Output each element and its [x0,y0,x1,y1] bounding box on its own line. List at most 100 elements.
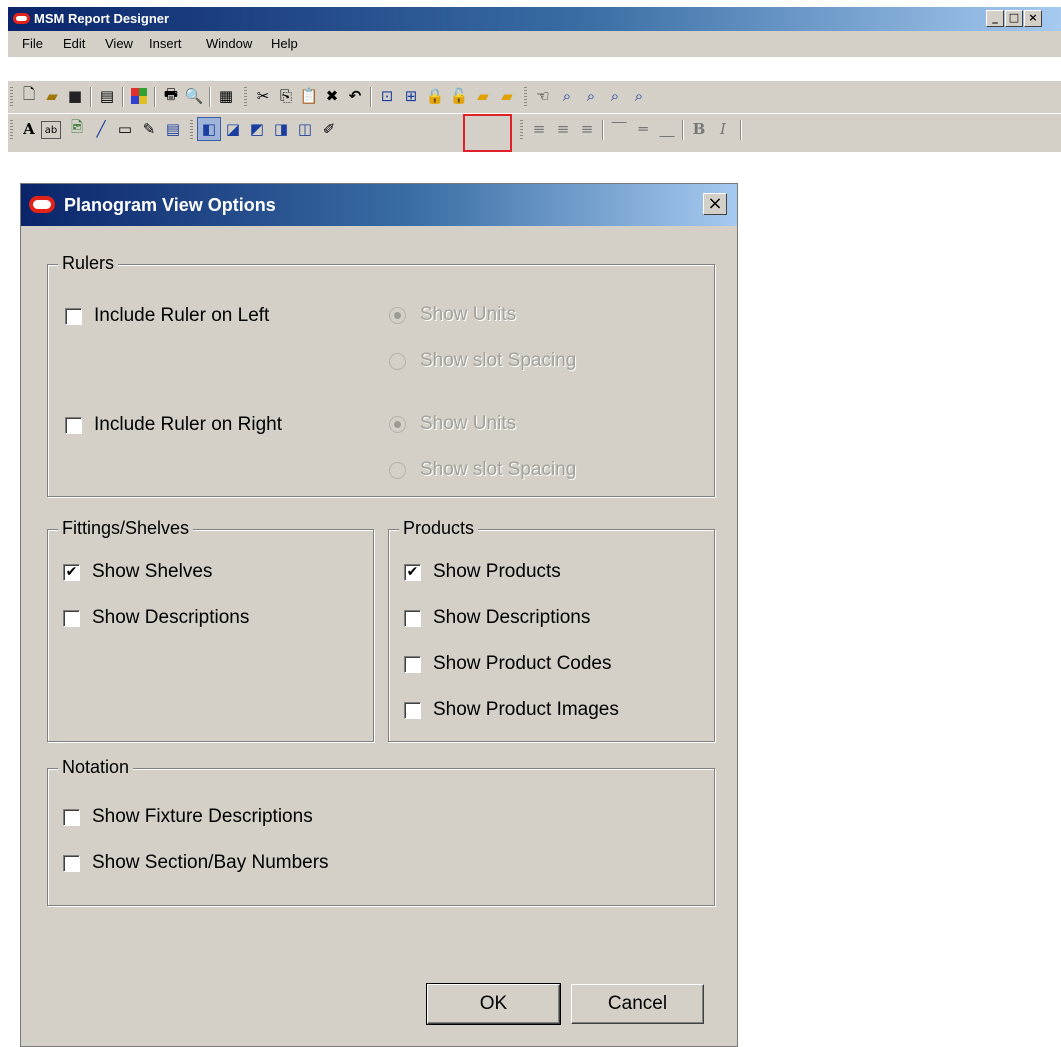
rulers-group: Rulers Include Ruler on Left Show Units … [47,253,715,497]
unlock-icon[interactable]: 🔓 [448,85,470,107]
products-group: Products ✔ Show Products Show Descriptio… [388,518,715,742]
left-show-slot-spacing-radio: Show slot Spacing [389,350,576,372]
menu-edit[interactable]: Edit [63,36,85,51]
valign-bottom-icon[interactable]: ⎽ [656,118,678,140]
checkbox-box[interactable] [404,655,421,673]
checkbox-box[interactable] [65,307,82,325]
checkbox-label: Show Descriptions [433,607,591,628]
show-product-codes-checkbox[interactable]: Show Product Codes [404,653,612,675]
checkbox-box[interactable] [63,854,80,872]
app-titlebar: MSM Report Designer _ □ × [8,7,1061,31]
italic-icon[interactable]: I [712,118,734,140]
align-right-icon[interactable]: ≡ [576,118,598,140]
bold-icon[interactable]: B [688,118,710,140]
close-button[interactable]: × [1024,10,1042,27]
fit-width-icon[interactable]: ⊞ [400,85,422,107]
planogram-side-icon[interactable]: ◩ [246,118,268,140]
checkbox-box[interactable] [65,416,82,434]
show-shelves-checkbox[interactable]: ✔ Show Shelves [63,561,212,583]
radio-label: Show Units [420,413,517,434]
zoom-out-icon[interactable]: ⌕ [604,85,626,107]
left-show-units-radio: Show Units [389,304,516,326]
notation-group-title: Notation [58,757,134,778]
rulers-group-title: Rulers [58,253,119,274]
planogram-angle-icon[interactable]: ◨ [270,118,292,140]
checkbox-box[interactable] [404,701,421,719]
print-preview-icon[interactable]: 🔍 [183,85,205,107]
cancel-button[interactable]: Cancel [571,984,704,1024]
toolbar-grip[interactable] [10,87,13,107]
pen-icon[interactable]: ✎ [138,118,160,140]
app-title: MSM Report Designer [34,11,170,26]
products-group-title: Products [399,518,479,539]
menu-help[interactable]: Help [271,36,298,51]
radio-label: Show slot Spacing [420,350,577,371]
text-icon[interactable]: A [18,118,40,140]
menu-file[interactable]: File [22,36,43,51]
pan-icon[interactable]: ☜ [532,85,554,107]
bring-forward-icon[interactable]: ▰ [472,85,494,107]
planogram-view-options-dialog: Planogram View Options × Rulers Include … [20,183,738,1047]
notation-group: Notation Show Fixture Descriptions Show … [47,757,715,906]
right-show-units-radio: Show Units [389,413,516,435]
zoom-fit-icon[interactable]: ⌕ [628,85,650,107]
ok-button[interactable]: OK [426,983,561,1025]
planogram-view-options-icon[interactable]: ✐ [318,118,340,140]
align-center-icon[interactable]: ≡ [552,118,574,140]
show-section-bay-numbers-checkbox[interactable]: Show Section/Bay Numbers [63,852,329,874]
dialog-titlebar[interactable]: Planogram View Options × [21,184,737,226]
rectangle-icon[interactable]: ▭ [114,118,136,140]
fittings-show-descriptions-checkbox[interactable]: Show Descriptions [63,607,249,629]
include-ruler-left-checkbox[interactable]: Include Ruler on Left [65,305,269,327]
checkbox-label: Show Descriptions [92,607,250,628]
save-icon[interactable]: ■ [64,85,86,107]
checkbox-box[interactable]: ✔ [404,563,421,581]
fittings-shelves-group: Fittings/Shelves ✔ Show Shelves Show Des… [47,518,374,742]
align-left-icon[interactable]: ≡ [528,118,550,140]
checkbox-box[interactable] [63,609,80,627]
report-icon[interactable]: ▦ [215,85,237,107]
show-product-images-checkbox[interactable]: Show Product Images [404,699,619,721]
include-ruler-right-checkbox[interactable]: Include Ruler on Right [65,414,282,436]
fittings-group-title: Fittings/Shelves [58,518,194,539]
products-show-descriptions-checkbox[interactable]: Show Descriptions [404,607,590,629]
maximize-button[interactable]: □ [1005,10,1023,27]
table-icon[interactable]: ▤ [162,118,184,140]
cut-icon[interactable]: ✂ [252,85,274,107]
field-icon[interactable]: ab [41,121,61,139]
show-fixture-descriptions-checkbox[interactable]: Show Fixture Descriptions [63,806,313,828]
paste-icon[interactable]: 📋 [298,85,320,107]
print-icon[interactable]: 🖶 [160,85,182,107]
copy-icon[interactable]: ⎘ [275,85,297,107]
radio-label: Show Units [420,304,517,325]
valign-top-icon[interactable]: ⎺ [608,118,630,140]
planogram-front-icon[interactable]: ◧ [197,117,221,141]
color-palette-icon[interactable] [128,85,150,107]
open-icon[interactable]: ▰ [41,85,63,107]
planogram-3d-icon[interactable]: ◪ [222,118,244,140]
checkbox-box[interactable] [404,609,421,627]
lock-icon[interactable]: 🔒 [424,85,446,107]
dialog-close-button[interactable]: × [703,193,727,215]
properties-icon[interactable]: ▤ [96,85,118,107]
menu-view[interactable]: View [105,36,133,51]
menu-insert[interactable]: Insert [149,36,182,51]
send-backward-icon[interactable]: ▰ [496,85,518,107]
fit-page-icon[interactable]: ⊡ [376,85,398,107]
planogram-top-icon[interactable]: ◫ [294,118,316,140]
checkbox-box[interactable]: ✔ [63,563,80,581]
valign-middle-icon[interactable]: ═ [632,118,654,140]
line-icon[interactable]: ╱ [90,118,112,140]
checkbox-box[interactable] [63,808,80,826]
show-products-checkbox[interactable]: ✔ Show Products [404,561,561,583]
design-toolbar: A ab 🖻 ╱ ▭ ✎ ▤ ◧ ◪ ◩ ◨ ◫ ✐ ≡ ≡ ≡ ⎺ ═ ⎽ B… [8,114,1061,152]
delete-icon[interactable]: ✖ [321,85,343,107]
minimize-button[interactable]: _ [986,10,1004,27]
zoom-in-icon[interactable]: ⌕ [580,85,602,107]
new-icon[interactable]: 🗋 [18,85,40,107]
menu-window[interactable]: Window [206,36,252,51]
image-icon[interactable]: 🖻 [66,118,88,140]
undo-icon[interactable]: ↶ [344,85,366,107]
radio-label: Show slot Spacing [420,459,577,480]
zoom-icon[interactable]: ⌕ [556,85,578,107]
